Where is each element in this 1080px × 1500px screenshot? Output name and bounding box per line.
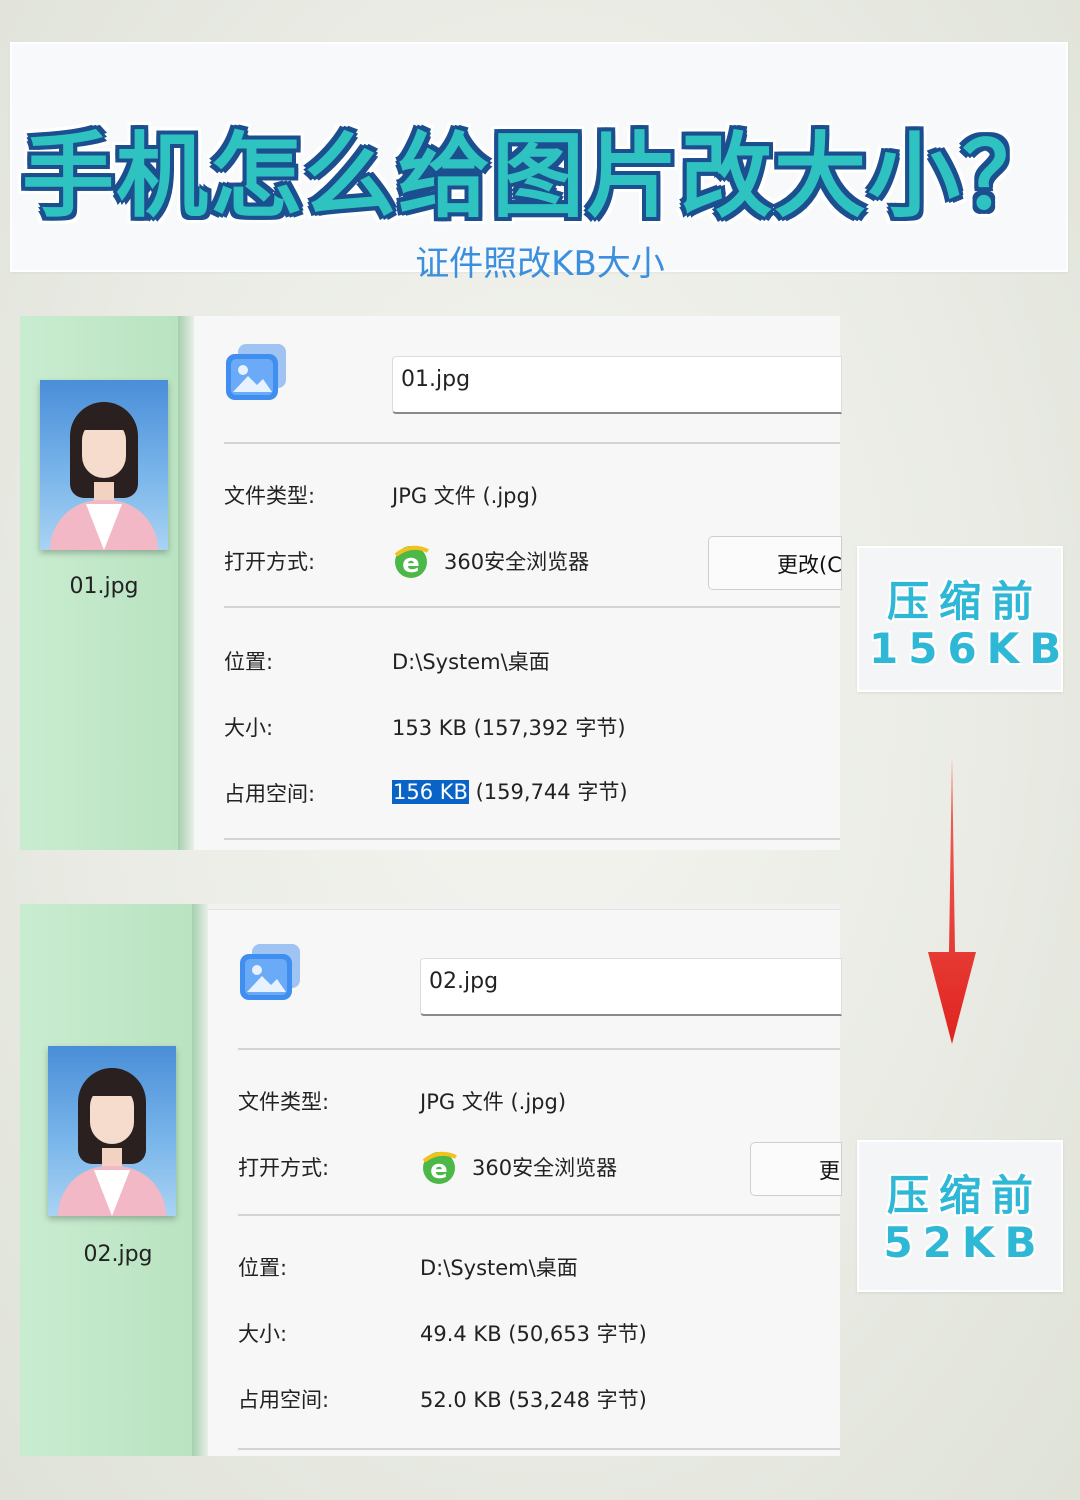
tab-strip: [208, 904, 840, 910]
size-on-disk-label: 占用空间:: [224, 782, 316, 806]
id-photo-thumbnail[interactable]: [48, 1046, 176, 1216]
change-button[interactable]: 更改: [750, 1142, 842, 1196]
tag-title: 压缩前: [886, 1171, 1043, 1220]
svg-text:e: e: [430, 1155, 448, 1185]
image-file-icon: [226, 344, 286, 400]
image-file-icon: [240, 944, 300, 1000]
location-value: D:\System\桌面: [420, 1256, 578, 1280]
divider: [224, 606, 840, 608]
open-with-label: 打开方式:: [224, 550, 316, 574]
size-value: 49.4 KB (50,653 字节): [420, 1322, 647, 1346]
file-thumbnail-sidebar: 01.jpg: [20, 316, 178, 850]
divider: [224, 838, 840, 840]
open-with-value: 360安全浏览器: [444, 550, 590, 574]
thumbnail-file-label[interactable]: 02.jpg: [48, 1242, 188, 1267]
properties-panel-after: 02.jpg 02.jpg 文件类型: JPG 文件 (.jpg) 打开方式: …: [20, 904, 842, 1456]
tag-title: 压缩前: [886, 577, 1043, 626]
open-with-value: 360安全浏览器: [472, 1156, 618, 1180]
size-value: 153 KB (157,392 字节): [392, 716, 626, 740]
360-browser-icon: e: [422, 1151, 457, 1185]
after-size-tag: 压缩前 52KB: [857, 1140, 1063, 1292]
size-label: 大小:: [238, 1322, 288, 1346]
arrow-down-icon: [928, 756, 976, 1044]
selected-text[interactable]: 156 KB: [392, 780, 469, 804]
open-with-label: 打开方式:: [238, 1156, 330, 1180]
file-type-value: JPG 文件 (.jpg): [392, 484, 539, 508]
divider: [238, 1048, 840, 1050]
location-label: 位置:: [238, 1256, 288, 1280]
divider: [224, 442, 840, 444]
tag-size: 156KB: [869, 624, 1072, 673]
file-type-label: 文件类型:: [224, 484, 316, 508]
file-name-input[interactable]: 02.jpg: [420, 958, 842, 1016]
id-photo-thumbnail[interactable]: [40, 380, 168, 550]
file-type-label: 文件类型:: [238, 1090, 330, 1114]
properties-panel-before: 01.jpg 01.jpg 文件类型: JPG 文件 (.jpg) 打开方式: …: [20, 316, 842, 850]
file-thumbnail-sidebar: 02.jpg: [20, 904, 192, 1456]
file-name-input[interactable]: 01.jpg: [392, 356, 842, 414]
before-size-tag: 压缩前 156KB: [857, 546, 1063, 692]
location-value: D:\System\桌面: [392, 650, 550, 674]
file-type-value: JPG 文件 (.jpg): [420, 1090, 567, 1114]
divider: [238, 1448, 840, 1450]
size-label: 大小:: [224, 716, 274, 740]
page-subtitle: 证件照改KB大小: [415, 244, 665, 284]
divider: [238, 1214, 840, 1216]
size-on-disk-label: 占用空间:: [238, 1388, 330, 1412]
360-browser-icon: e: [394, 545, 429, 579]
location-label: 位置:: [224, 650, 274, 674]
properties-content: 02.jpg 文件类型: JPG 文件 (.jpg) 打开方式: e 360安全…: [208, 904, 842, 1456]
change-button[interactable]: 更改(C: [708, 536, 842, 590]
thumbnail-file-label[interactable]: 01.jpg: [34, 574, 174, 599]
properties-content: 01.jpg 文件类型: JPG 文件 (.jpg) 打开方式: e 360安全…: [194, 316, 842, 850]
page-title: 手机怎么给图片改大小？: [21, 123, 1056, 230]
size-on-disk-value: 52.0 KB (53,248 字节): [420, 1388, 647, 1412]
size-on-disk-value[interactable]: 156 KB (159,744 字节): [392, 776, 628, 806]
svg-text:e: e: [402, 549, 420, 579]
tag-size: 52KB: [883, 1218, 1047, 1267]
